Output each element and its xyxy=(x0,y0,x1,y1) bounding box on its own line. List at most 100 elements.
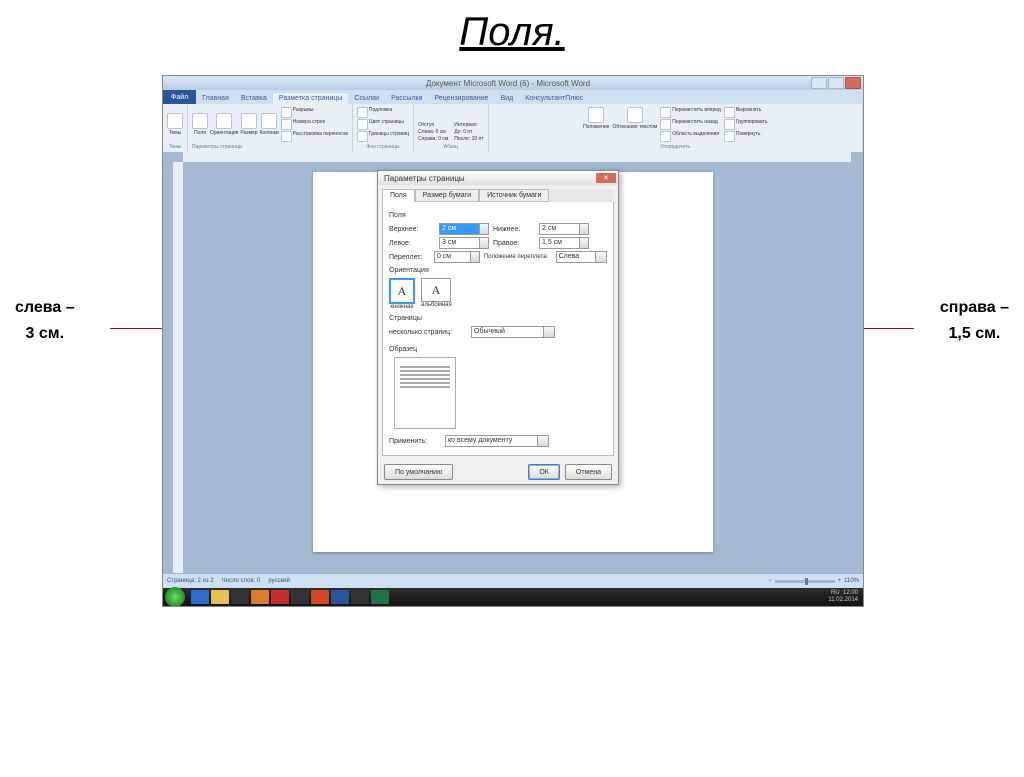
group-page-bg: Подложка Цвет страницы Границы страниц Ф… xyxy=(353,104,414,152)
group-themes: Темы Темы xyxy=(163,104,188,152)
dialog-tab-paper[interactable]: Размер бумаги xyxy=(415,189,479,202)
task-powerpoint[interactable] xyxy=(311,590,329,604)
page-borders-button[interactable]: Границы страниц xyxy=(357,131,409,142)
gutter-pos-label: Положение переплета: xyxy=(484,254,552,260)
indent-right[interactable]: Справа: 0 см xyxy=(418,136,448,142)
default-button[interactable]: По умолчанию xyxy=(384,464,453,480)
status-bar: Страница: 2 из 2 Число слов: 0 русский −… xyxy=(163,573,863,588)
file-tab[interactable]: Файл xyxy=(163,90,196,104)
gutter-label: Переплет: xyxy=(389,254,430,261)
themes-button[interactable]: Темы xyxy=(167,113,183,136)
tab-consultant[interactable]: КонсультантПлюс xyxy=(519,93,589,104)
maximize-button[interactable] xyxy=(828,77,844,89)
ribbon: Темы Темы Поля Ориентация Размер Колонки… xyxy=(163,104,863,153)
tab-mailings[interactable]: Рассылки xyxy=(385,93,428,104)
task-explorer[interactable] xyxy=(211,590,229,604)
status-lang[interactable]: русский xyxy=(268,578,290,584)
apply-label: Применить: xyxy=(389,438,441,445)
spacing-before[interactable]: До: 0 пт xyxy=(454,129,483,135)
dialog-tab-margins[interactable]: Поля xyxy=(382,189,415,202)
top-field[interactable]: 2 см xyxy=(439,223,489,235)
ribbon-tabs: Файл Главная Вставка Разметка страницы С… xyxy=(163,90,863,104)
task-opera[interactable] xyxy=(271,590,289,604)
task-word[interactable] xyxy=(331,590,349,604)
gutter-pos-combo[interactable]: Слева xyxy=(556,251,607,263)
window-controls xyxy=(811,77,861,89)
right-field[interactable]: 1,5 см xyxy=(539,237,589,249)
start-button[interactable] xyxy=(165,587,185,607)
window-title: Документ Microsoft Word (6) - Microsoft … xyxy=(205,79,811,88)
tab-review[interactable]: Рецензирование xyxy=(429,93,495,104)
annotation-right: справа – 1,5 см. xyxy=(940,295,1009,346)
bring-forward[interactable]: Переместить вперед xyxy=(660,107,721,118)
position-button[interactable]: Положение xyxy=(583,107,609,142)
window-titlebar: Документ Microsoft Word (6) - Microsoft … xyxy=(163,76,863,90)
minimize-button[interactable] xyxy=(811,77,827,89)
pages-field-label: несколько страниц: xyxy=(389,329,467,336)
tab-references[interactable]: Ссылки xyxy=(348,93,385,104)
margins-button[interactable]: Поля xyxy=(192,113,208,136)
taskbar: RU 12:0011.02.2014 xyxy=(163,588,863,606)
pages-combo[interactable]: Обычный xyxy=(471,326,555,338)
zoom-slider[interactable]: −+ 110% xyxy=(768,578,859,584)
vertical-ruler[interactable] xyxy=(173,162,184,574)
pages-section-label: Страницы xyxy=(389,315,607,322)
tab-layout[interactable]: Разметка страницы xyxy=(273,93,349,104)
ok-button[interactable]: ОК xyxy=(528,464,560,480)
page-setup-dialog: Параметры страницы ✕ Поля Размер бумаги … xyxy=(377,170,619,485)
status-page[interactable]: Страница: 2 из 2 xyxy=(167,578,214,584)
annotation-left: слева – 3 см. xyxy=(15,295,75,346)
task-ie[interactable] xyxy=(191,590,209,604)
group-arrange: Положение Обтекание текстом Переместить … xyxy=(489,104,863,152)
system-tray[interactable]: RU 12:0011.02.2014 xyxy=(828,590,861,603)
selection-pane[interactable]: Область выделения xyxy=(660,131,721,142)
gutter-field[interactable]: 0 см xyxy=(434,251,480,263)
left-field[interactable]: 3 см xyxy=(439,237,489,249)
task-firefox[interactable] xyxy=(251,590,269,604)
horizontal-ruler[interactable] xyxy=(183,152,851,163)
dialog-body: Поля Верхнее: 2 см Нижнее: 2 см Левое: 3… xyxy=(382,202,614,456)
watermark-button[interactable]: Подложка xyxy=(357,107,409,118)
breaks-button[interactable]: Разрывы xyxy=(281,107,348,118)
dialog-footer: По умолчанию ОК Отмена xyxy=(378,460,618,484)
preview-label: Образец xyxy=(389,346,607,353)
task-generic3[interactable] xyxy=(351,590,369,604)
task-excel[interactable] xyxy=(371,590,389,604)
tab-home[interactable]: Главная xyxy=(196,93,235,104)
status-words[interactable]: Число слов: 0 xyxy=(222,578,261,584)
line-numbers-button[interactable]: Номера строк xyxy=(281,119,348,130)
dialog-title: Параметры страницы xyxy=(380,174,465,183)
size-button[interactable]: Размер xyxy=(240,113,257,136)
rotate-button[interactable]: Повернуть xyxy=(724,131,768,142)
orientation-portrait[interactable]: A книжная xyxy=(389,278,415,310)
align-button[interactable]: Выровнять xyxy=(724,107,768,118)
top-label: Верхнее: xyxy=(389,226,435,233)
columns-button[interactable]: Колонки xyxy=(260,113,279,136)
spacing-after[interactable]: После: 10 пт xyxy=(454,136,483,142)
orientation-landscape[interactable]: A альбомная xyxy=(421,278,452,310)
send-backward[interactable]: Переместить назад xyxy=(660,119,721,130)
wrap-text-button[interactable]: Обтекание текстом xyxy=(613,107,658,142)
indent-left[interactable]: Слева: 0 см xyxy=(418,129,448,135)
left-label: Левое: xyxy=(389,240,435,247)
dialog-close-button[interactable]: ✕ xyxy=(596,173,616,183)
page-color-button[interactable]: Цвет страницы xyxy=(357,119,409,130)
tab-view[interactable]: Вид xyxy=(495,93,520,104)
bottom-label: Нижнее: xyxy=(493,226,535,233)
orientation-button[interactable]: Ориентация xyxy=(210,113,238,136)
task-generic2[interactable] xyxy=(291,590,309,604)
cancel-button[interactable]: Отмена xyxy=(565,464,612,480)
preview-box xyxy=(394,357,456,429)
dialog-tabs: Поля Размер бумаги Источник бумаги xyxy=(382,189,614,202)
task-generic1[interactable] xyxy=(231,590,249,604)
apply-combo[interactable]: ко всему документу xyxy=(445,435,549,447)
word-window: Документ Microsoft Word (6) - Microsoft … xyxy=(162,75,864,607)
dialog-tab-source[interactable]: Источник бумаги xyxy=(479,189,549,202)
fields-section-label: Поля xyxy=(389,212,607,219)
hyphenation-button[interactable]: Расстановка переносов xyxy=(281,131,348,142)
group-button[interactable]: Группировать xyxy=(724,119,768,130)
close-button[interactable] xyxy=(845,77,861,89)
tab-insert[interactable]: Вставка xyxy=(235,93,273,104)
dialog-titlebar: Параметры страницы ✕ xyxy=(378,171,618,185)
bottom-field[interactable]: 2 см xyxy=(539,223,589,235)
